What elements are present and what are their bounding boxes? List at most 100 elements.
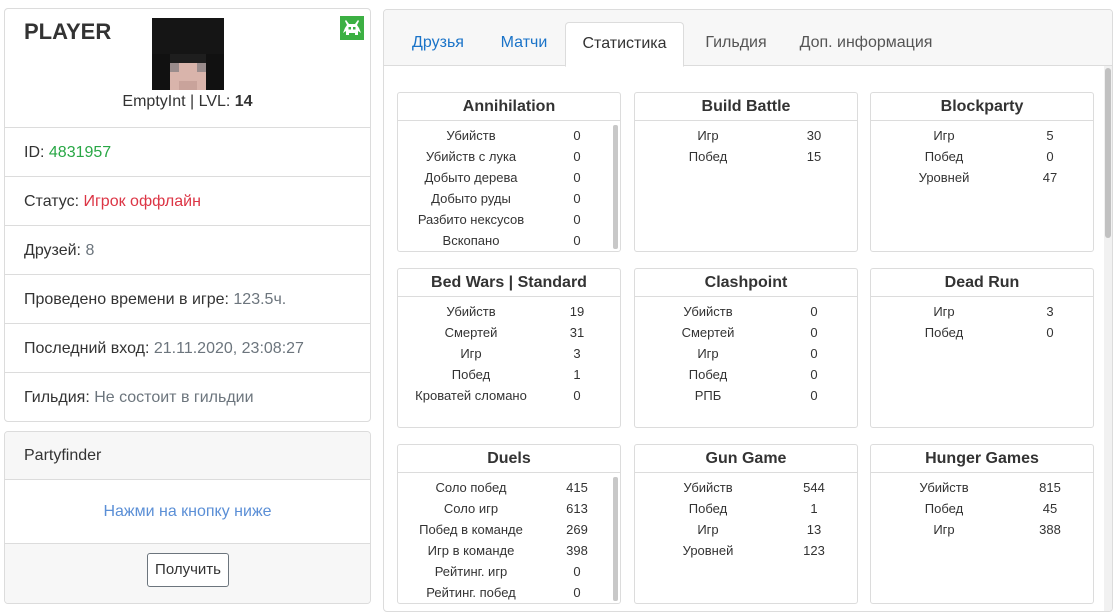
stat-row: Игр 3 bbox=[871, 301, 1093, 322]
stat-row: Игр 0 bbox=[635, 343, 857, 364]
stat-label: Смертей bbox=[444, 325, 498, 340]
stat-row: Убийств 0 bbox=[398, 125, 620, 146]
game-stats-list: Игр 3 Побед 0 bbox=[871, 297, 1093, 343]
game-card: Build Battle Игр 30 Побед 15 bbox=[634, 92, 858, 252]
game-title: Dead Run bbox=[871, 269, 1093, 297]
game-card: Dead Run Игр 3 Побед 0 bbox=[870, 268, 1094, 428]
stat-value: 0 bbox=[810, 388, 818, 403]
stat-label: Побед bbox=[688, 367, 728, 382]
stat-value: 0 bbox=[573, 170, 581, 185]
profile-card: PLAYER EmptyInt | LVL: 14 ID: 4831957 Ст… bbox=[4, 8, 371, 422]
stat-label: Игр bbox=[697, 522, 719, 537]
stat-label: Игр bbox=[460, 346, 482, 361]
status-label: Статус: bbox=[24, 193, 84, 210]
info-row-guild: Гильдия: Не состоит в гильдии bbox=[5, 373, 370, 422]
tab-extra-info[interactable]: Доп. информация bbox=[788, 22, 944, 67]
stat-label: Убийств bbox=[683, 304, 733, 319]
stat-value: 0 bbox=[573, 212, 581, 227]
stat-row: Смертей 0 bbox=[635, 322, 857, 343]
player-username: EmptyInt bbox=[122, 93, 186, 110]
stat-label: Побед в команде bbox=[419, 522, 523, 537]
stat-value: 19 bbox=[569, 304, 585, 319]
id-value: 4831957 bbox=[48, 144, 112, 161]
stat-row: Побед 1 bbox=[635, 498, 857, 519]
stat-label: Убийств bbox=[446, 128, 496, 143]
game-title: Hunger Games bbox=[871, 445, 1093, 473]
stat-label: Кроватей сломано bbox=[415, 388, 527, 403]
stat-label: Побед bbox=[924, 501, 964, 516]
stat-row: РПБ 0 bbox=[635, 385, 857, 406]
game-stats-list: Убийств 0 Убийств с лука 0 Добыто дерева 0 Доб… bbox=[398, 121, 620, 251]
last-login-label: Последний вход: bbox=[24, 340, 154, 357]
tab-matches[interactable]: Матчи bbox=[488, 22, 560, 67]
game-card: Gun Game Убийств 544 Побед 1 Игр 13 Уровней 123 bbox=[634, 444, 858, 604]
guild-label: Гильдия: bbox=[24, 389, 95, 406]
game-stats-list: Убийств 0 Смертей 0 Игр 0 Побед 0 РПБ 0 bbox=[635, 297, 857, 406]
stat-value: 0 bbox=[1046, 149, 1054, 164]
friends-label: Друзей: bbox=[24, 242, 86, 259]
stat-row: Побед в команде 269 bbox=[398, 519, 620, 540]
stat-row: Побед 0 bbox=[635, 364, 857, 385]
get-button[interactable]: Получить bbox=[147, 553, 229, 587]
stat-value: 0 bbox=[573, 149, 581, 164]
stat-row: Убийств 544 bbox=[635, 477, 857, 498]
stat-value: 0 bbox=[573, 233, 581, 248]
playtime-label: Проведено времени в игре: bbox=[24, 291, 234, 308]
stat-row: Разбито нексусов 0 bbox=[398, 209, 620, 230]
stat-row: Побед 0 bbox=[871, 146, 1093, 167]
invader-icon[interactable] bbox=[340, 16, 364, 40]
stat-value: 30 bbox=[806, 128, 822, 143]
game-title: Bed Wars | Standard bbox=[398, 269, 620, 297]
game-title: Blockparty bbox=[871, 93, 1093, 121]
game-stats-list: Убийств 544 Побед 1 Игр 13 Уровней 123 bbox=[635, 473, 857, 561]
stat-row: Игр 5 bbox=[871, 125, 1093, 146]
stat-label: Смертей bbox=[681, 325, 735, 340]
player-level: 14 bbox=[234, 93, 253, 110]
stat-row: Игр 13 bbox=[635, 519, 857, 540]
game-title: Build Battle bbox=[635, 93, 857, 121]
stat-value: 123 bbox=[803, 543, 825, 558]
game-card: Hunger Games Убийств 815 Побед 45 Игр 388 bbox=[870, 444, 1094, 604]
card-scrollbar[interactable] bbox=[613, 477, 618, 601]
stat-row: Убийств с лука 0 bbox=[398, 146, 620, 167]
profile-title: PLAYER bbox=[24, 19, 112, 44]
stat-value: 415 bbox=[566, 480, 588, 495]
stat-value: 0 bbox=[573, 388, 581, 403]
stat-value: 613 bbox=[566, 501, 588, 516]
stat-value: 388 bbox=[1039, 522, 1061, 537]
stat-row: Побед 1 bbox=[398, 364, 620, 385]
game-title: Gun Game bbox=[635, 445, 857, 473]
stat-value: 544 bbox=[803, 480, 825, 495]
game-stats-list: Убийств 815 Побед 45 Игр 388 bbox=[871, 473, 1093, 540]
card-scrollbar[interactable] bbox=[613, 125, 618, 249]
stat-label: Соло игр bbox=[443, 501, 499, 516]
stat-label: Убийств с лука bbox=[425, 149, 517, 164]
info-row-playtime: Проведено времени в игре: 123.5ч. bbox=[5, 275, 370, 324]
stat-value: 269 bbox=[566, 522, 588, 537]
tab-friends[interactable]: Друзья bbox=[402, 22, 474, 67]
stat-value: 0 bbox=[810, 346, 818, 361]
stat-value: 815 bbox=[1039, 480, 1061, 495]
stat-row: Рейтинг. побед 0 bbox=[398, 582, 620, 603]
playtime-value: 123.5ч. bbox=[233, 291, 287, 308]
stat-value: 1 bbox=[573, 367, 581, 382]
tab-statistics[interactable]: Статистика bbox=[565, 22, 684, 67]
stat-row: Соло игр 613 bbox=[398, 498, 620, 519]
game-card: Bed Wars | Standard Убийств 19 Смертей 31 Игр… bbox=[397, 268, 621, 428]
stat-row: Добыто руды 0 bbox=[398, 188, 620, 209]
stat-row: Соло побед 415 bbox=[398, 477, 620, 498]
stat-value: 15 bbox=[806, 149, 822, 164]
partyfinder-hint: Нажми на кнопку ниже bbox=[5, 480, 370, 544]
stat-row: Игр в команде 398 bbox=[398, 540, 620, 561]
stat-row: Игр 3 bbox=[398, 343, 620, 364]
stat-value: 3 bbox=[1046, 304, 1054, 319]
stat-value: 3 bbox=[573, 346, 581, 361]
stat-label: Убийств bbox=[446, 304, 496, 319]
panel-scrollbar-thumb[interactable] bbox=[1105, 68, 1111, 238]
stat-row: Убийств 0 bbox=[635, 301, 857, 322]
game-card: Blockparty Игр 5 Побед 0 Уровней 47 bbox=[870, 92, 1094, 252]
tab-guild[interactable]: Гильдия bbox=[692, 22, 780, 67]
stat-row: Смертей 31 bbox=[398, 322, 620, 343]
stat-row: Убийств 815 bbox=[871, 477, 1093, 498]
status-value: Игрок оффлайн bbox=[83, 193, 201, 210]
